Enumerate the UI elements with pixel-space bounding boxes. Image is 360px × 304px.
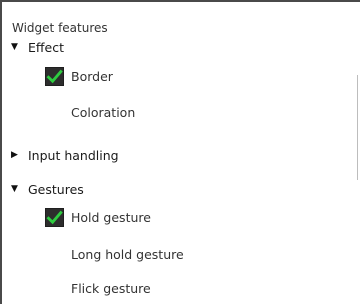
group-label: Gestures (28, 181, 84, 197)
feature-border[interactable]: Border (2, 64, 346, 88)
widget-features-panel: Widget features ▼ Effect Border Colorati… (0, 0, 360, 304)
group-label: Input handling (28, 147, 119, 163)
checkbox-hold-gesture[interactable] (45, 207, 64, 227)
feature-hold-gesture[interactable]: Hold gesture (2, 205, 346, 229)
feature-long-hold-gesture[interactable]: Long hold gesture (2, 242, 346, 266)
feature-label: Long hold gesture (71, 246, 184, 262)
feature-label: Border (71, 68, 113, 84)
group-gestures[interactable]: ▼ Gestures (2, 177, 346, 201)
expand-down-icon[interactable]: ▼ (11, 42, 23, 52)
checkmark-icon (46, 210, 63, 224)
expand-down-icon[interactable]: ▼ (11, 184, 23, 194)
expand-right-icon[interactable]: ▶ (11, 150, 23, 160)
group-input-handling[interactable]: ▶ Input handling (2, 143, 346, 167)
panel-header: Widget features (12, 21, 108, 35)
vertical-scrollbar[interactable] (357, 75, 358, 180)
feature-label: Coloration (71, 104, 136, 120)
checkbox-border[interactable] (45, 66, 64, 86)
checkmark-icon (46, 69, 63, 83)
feature-flick-gesture[interactable]: Flick gesture (2, 276, 346, 300)
feature-label: Hold gesture (71, 209, 151, 225)
group-effect[interactable]: ▼ Effect (2, 35, 346, 59)
feature-label: Flick gesture (71, 280, 151, 296)
feature-coloration[interactable]: Coloration (2, 100, 346, 124)
group-label: Effect (28, 39, 64, 55)
